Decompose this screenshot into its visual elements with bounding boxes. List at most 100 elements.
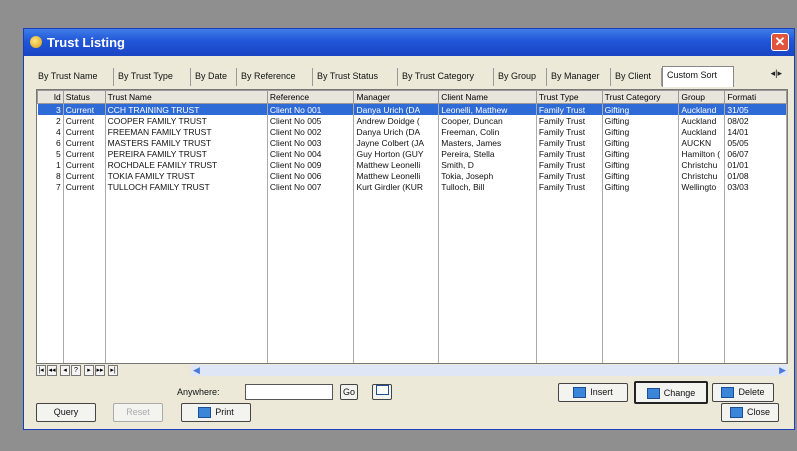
table-cell: Family Trust [536, 137, 603, 148]
table-cell: Client No 003 [267, 137, 355, 148]
table-row[interactable]: 8 Current TOKIA FAMILY TRUST Client No 006 M… [37, 170, 787, 181]
trust-table: Id Status Trust Name Reference Manager C… [37, 90, 787, 363]
print-icon [198, 407, 212, 419]
go-button[interactable]: Go [340, 384, 358, 400]
column-header[interactable]: Trust Name [104, 90, 268, 104]
title-bar[interactable]: Trust Listing ✕ [24, 29, 794, 56]
table-cell: Jayne Colbert (JA [353, 137, 440, 148]
table-cell: Gifting [602, 148, 680, 159]
table-cell: Client No 009 [267, 159, 355, 170]
tab-by-trust-name[interactable]: By Trust Name [34, 68, 114, 86]
table-row[interactable]: 1 Current ROCHDALE FAMILY TRUST Client No 0… [37, 159, 787, 170]
tab-by-trust-status[interactable]: By Trust Status [313, 68, 398, 86]
column-header[interactable]: Status [62, 90, 106, 104]
search-row: Anywhere: Go Insert Change Delete [24, 378, 794, 404]
first-record-button[interactable]: |◂ [36, 365, 46, 376]
bottom-bar: Query Reset Print Close [24, 403, 794, 429]
close-icon[interactable]: ✕ [771, 33, 789, 51]
scroll-right-icon[interactable]: ▶ [779, 365, 786, 376]
table-row[interactable]: 4 Current FREEMAN FAMILY TRUST Client No 00… [37, 126, 787, 137]
change-icon [646, 388, 660, 400]
browse-folder-button[interactable] [372, 384, 392, 400]
delete-button[interactable]: Delete [712, 383, 774, 402]
table-cell: Christchu [678, 159, 726, 170]
last-record-button[interactable]: ▸| [108, 365, 118, 376]
table-cell: Client No 001 [267, 103, 355, 115]
tab-by-client[interactable]: By Client [611, 68, 662, 86]
table-cell: 3 [37, 103, 64, 115]
anywhere-search-input[interactable] [245, 384, 333, 400]
table-cell: Gifting [602, 181, 680, 192]
tab-by-trust-type[interactable]: By Trust Type [114, 68, 191, 86]
help-button[interactable]: ? [71, 365, 81, 376]
empty-cell [267, 192, 355, 363]
table-cell: Hamilton ( [678, 148, 726, 159]
table-cell: Tulloch, Bill [438, 181, 537, 192]
tab-by-group[interactable]: By Group [494, 68, 547, 86]
table-cell: Gifting [602, 137, 680, 148]
table-cell: Client No 006 [267, 170, 355, 181]
column-header[interactable]: Trust Category [601, 90, 680, 104]
change-button[interactable]: Change [634, 381, 708, 404]
empty-cell [602, 192, 680, 363]
table-cell: Current [63, 137, 106, 148]
table-cell: 01/01 [724, 159, 787, 170]
reset-button[interactable]: Reset [113, 403, 163, 422]
table-cell: Gifting [602, 126, 680, 137]
table-row[interactable]: 7 Current TULLOCH FAMILY TRUST Client No 00… [37, 181, 787, 192]
table-cell: Masters, James [438, 137, 537, 148]
table-cell: Leonelli, Matthew [438, 103, 537, 115]
table-cell: Current [63, 181, 106, 192]
table-cell: Current [63, 126, 106, 137]
tab-custom-sort[interactable]: Custom Sort [662, 66, 734, 87]
query-button[interactable]: Query [36, 403, 96, 422]
table-cell: Auckland [678, 103, 726, 115]
column-header[interactable]: Formati [724, 90, 787, 104]
table-cell: Matthew Leonelli [353, 170, 440, 181]
anywhere-label: Anywhere: [177, 387, 220, 397]
horizontal-scrollbar[interactable]: ◀ ▶ [191, 365, 788, 376]
tab-scroll-arrows[interactable]: ◂|▸ [771, 68, 782, 79]
column-header[interactable]: Reference [266, 90, 355, 104]
print-button[interactable]: Print [181, 403, 251, 422]
table-cell: 05/05 [724, 137, 787, 148]
close-button[interactable]: Close [721, 403, 779, 422]
insert-button[interactable]: Insert [558, 383, 628, 402]
table-header-row: Id Status Trust Name Reference Manager C… [37, 90, 787, 104]
column-header[interactable]: Group [678, 90, 726, 104]
prev-record-button[interactable]: ◂ [60, 365, 70, 376]
empty-cell [63, 192, 106, 363]
table-cell: Current [63, 170, 106, 181]
table-cell: Gifting [602, 170, 680, 181]
empty-grid-area [37, 192, 787, 363]
table-cell: Danya Urich (DA [353, 103, 440, 115]
table-row[interactable]: 3 Current CCH TRAINING TRUST Client No 001 D… [37, 103, 787, 115]
prev-page-button[interactable]: ◂◂ [47, 365, 57, 376]
table-cell: Kurt Girdler (KUR [353, 181, 440, 192]
scroll-left-icon[interactable]: ◀ [193, 365, 200, 376]
table-cell: Family Trust [536, 115, 603, 126]
tab-by-date[interactable]: By Date [191, 68, 237, 86]
table-cell: Family Trust [536, 126, 603, 137]
table-cell: 5 [37, 148, 64, 159]
table-cell: Gifting [602, 115, 680, 126]
app-icon [30, 36, 42, 48]
table-row[interactable]: 2 Current COOPER FAMILY TRUST Client No 005… [37, 115, 787, 126]
table-row[interactable]: 5 Current PEREIRA FAMILY TRUST Client No 00… [37, 148, 787, 159]
delete-icon [721, 387, 735, 399]
tab-bar: By Trust Name By Trust Type By Date By R… [34, 66, 782, 87]
tab-by-trust-category[interactable]: By Trust Category [398, 68, 494, 86]
empty-cell [724, 192, 787, 363]
column-header[interactable]: Trust Type [535, 90, 603, 104]
tab-by-manager[interactable]: By Manager [547, 68, 611, 86]
next-page-button[interactable]: ▸▸ [95, 365, 105, 376]
table-row[interactable]: 6 Current MASTERS FAMILY TRUST Client No 00… [37, 137, 787, 148]
column-header[interactable]: Id [37, 90, 64, 104]
column-header[interactable]: Client Name [438, 90, 537, 104]
next-record-button[interactable]: ▸ [84, 365, 94, 376]
table-cell: 01/08 [724, 170, 787, 181]
column-header[interactable]: Manager [353, 90, 440, 104]
tab-by-reference[interactable]: By Reference [237, 68, 313, 86]
table-cell: 03/03 [724, 181, 787, 192]
table-cell: 7 [37, 181, 64, 192]
